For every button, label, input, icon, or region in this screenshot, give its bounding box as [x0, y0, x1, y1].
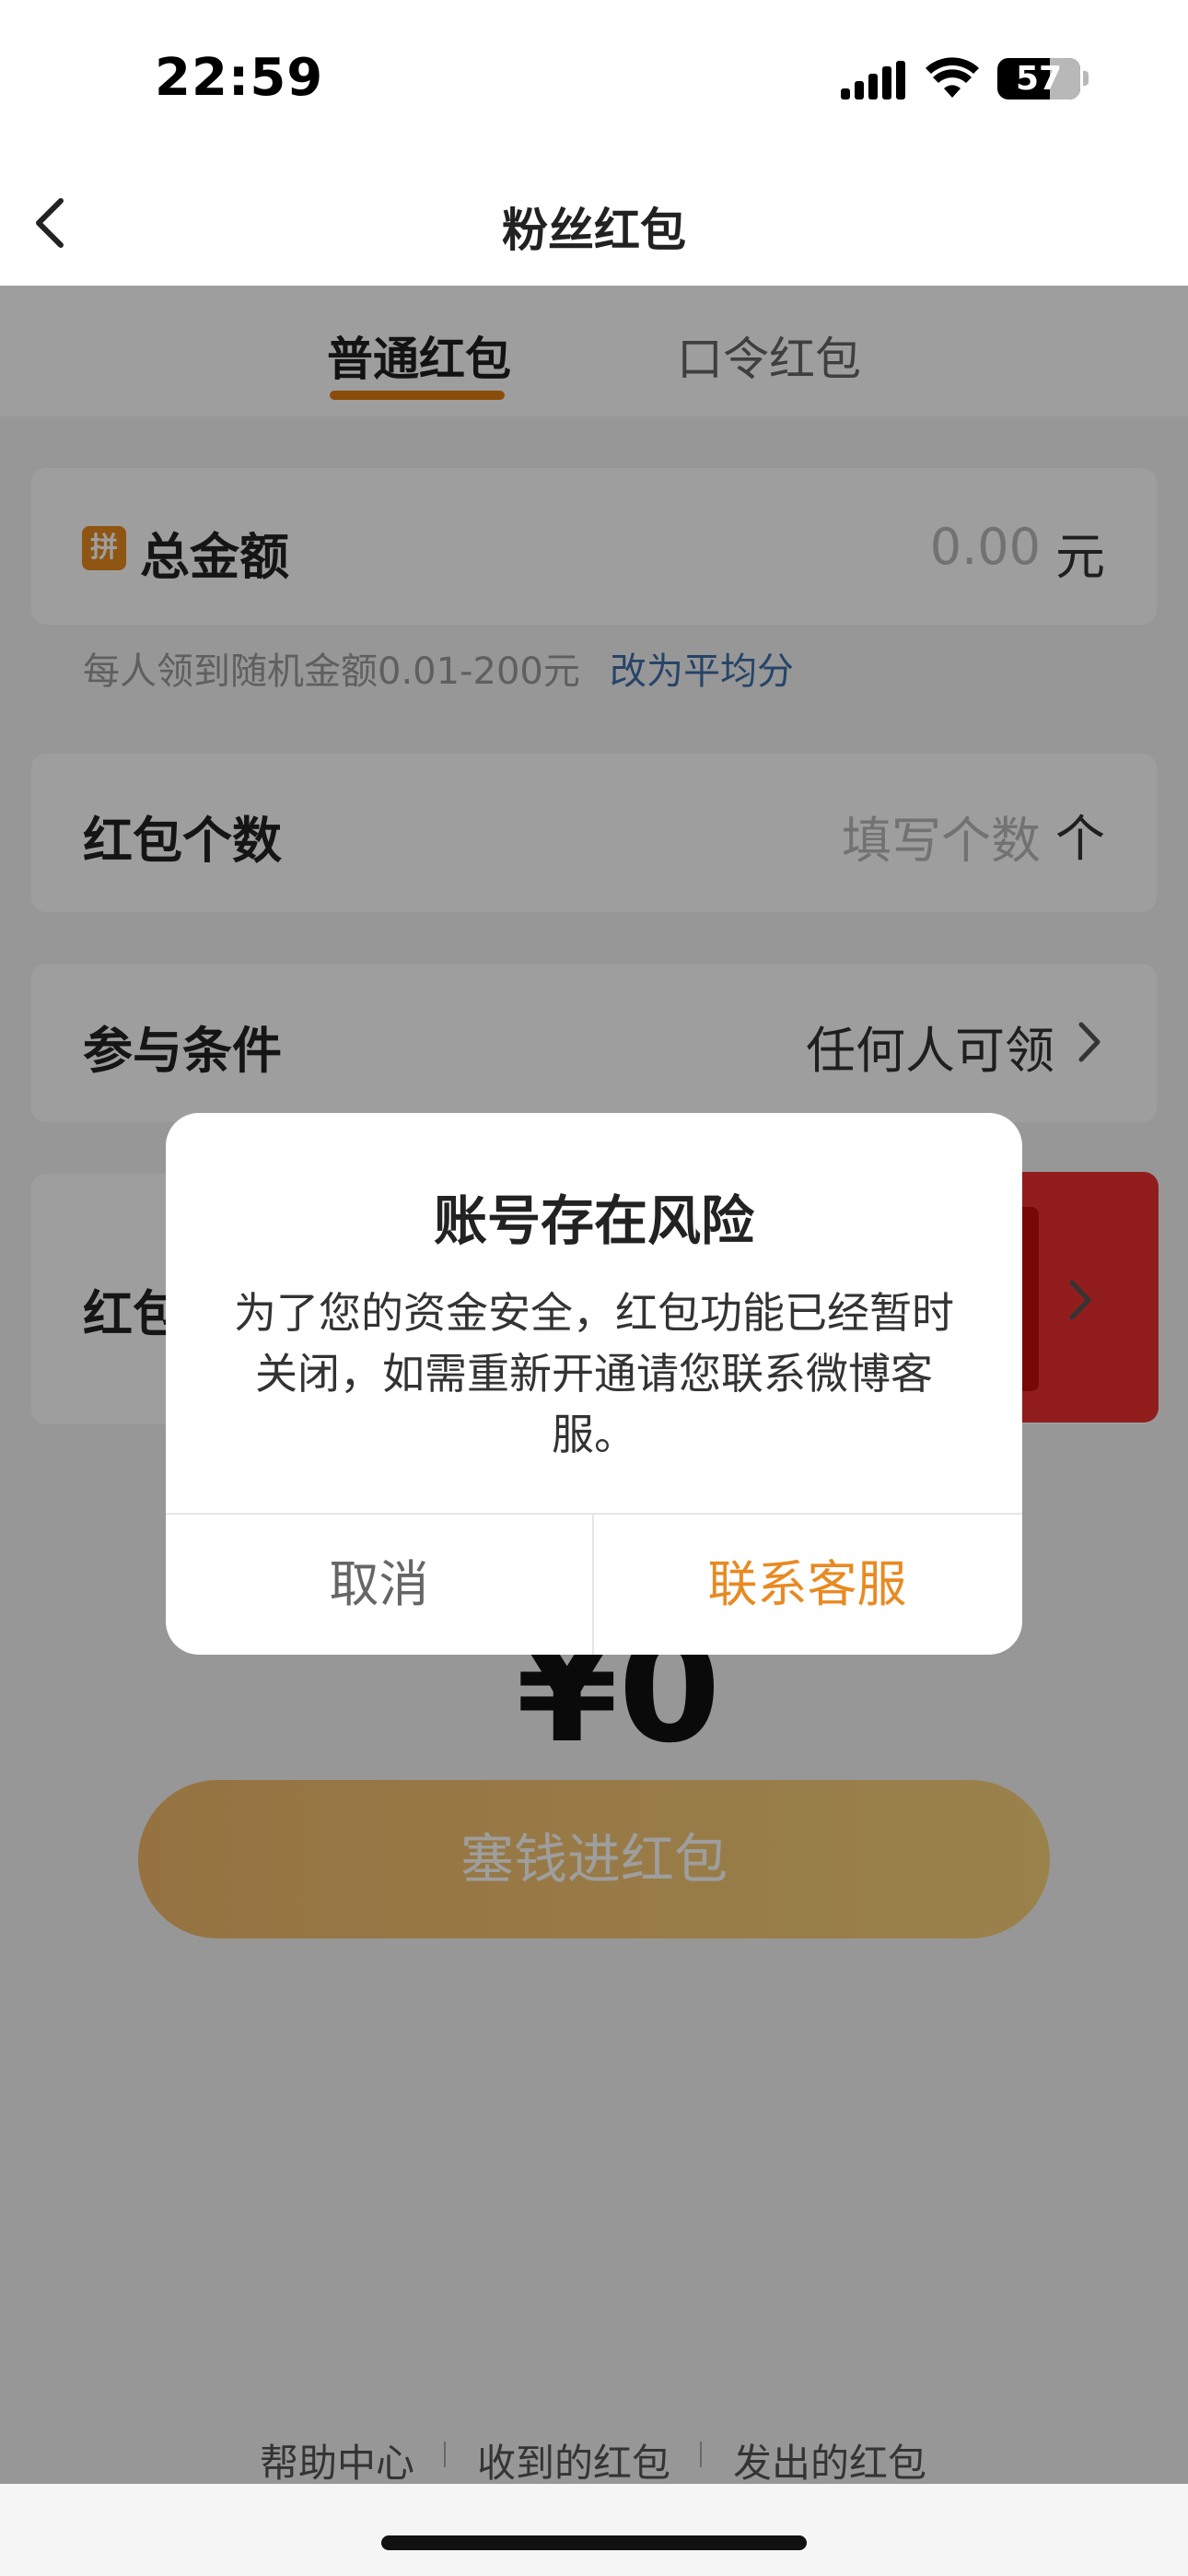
dialog-title: 账号存在风险	[433, 1189, 754, 1252]
cellular-signal-icon	[841, 61, 905, 100]
wifi-icon	[926, 57, 979, 98]
contact-support-button[interactable]: 联系客服	[594, 1515, 1020, 1655]
cancel-button[interactable]: 取消	[166, 1515, 592, 1655]
risk-alert-dialog: 账号存在风险 为了您的资金安全，红包功能已经暂时关闭，如需重新开通请您联系微博客…	[166, 1113, 1022, 1655]
battery-nub	[1083, 71, 1089, 86]
home-indicator-area	[0, 2484, 1188, 2576]
status-time: 22:59	[155, 48, 324, 108]
battery-level: 57	[1015, 60, 1063, 98]
dialog-message: 为了您的资金安全，红包功能已经暂时关闭，如需重新开通请您联系微博客服。	[234, 1288, 954, 1459]
home-indicator[interactable]	[381, 2535, 807, 2550]
page-title: 粉丝红包	[502, 204, 686, 257]
